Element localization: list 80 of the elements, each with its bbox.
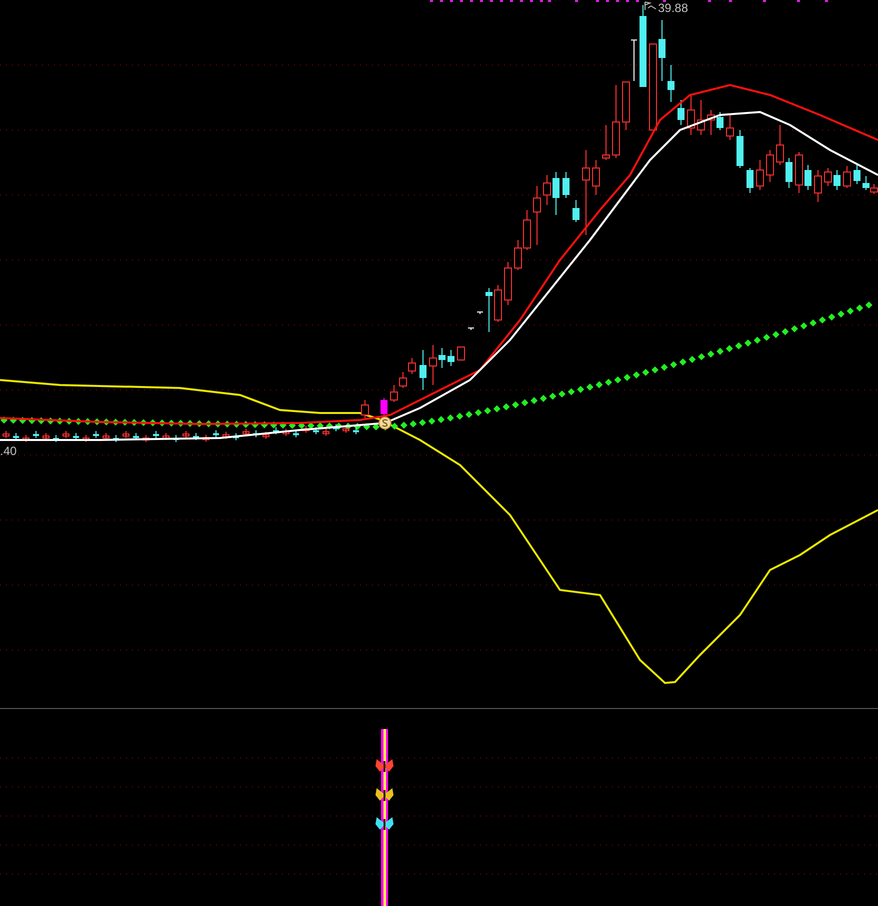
candlestick xyxy=(786,158,792,188)
candlestick xyxy=(707,110,715,136)
money-bag-icon xyxy=(378,416,392,430)
candlestick xyxy=(353,426,359,435)
candlestick xyxy=(776,124,784,166)
candlestick xyxy=(233,432,239,441)
candlestick xyxy=(242,428,250,436)
candlestick xyxy=(504,262,512,306)
candlestick xyxy=(814,170,822,202)
candlestick xyxy=(313,426,319,435)
candlestick xyxy=(854,164,860,184)
candlestick xyxy=(552,172,560,216)
candlestick xyxy=(766,150,774,182)
candlestick xyxy=(824,168,832,186)
candlestick xyxy=(486,288,492,332)
candlestick xyxy=(602,124,610,160)
candlestick xyxy=(658,20,666,82)
candlestick xyxy=(93,430,99,438)
candlestick xyxy=(804,164,812,190)
candlestick xyxy=(282,428,290,436)
candlestick xyxy=(380,398,388,416)
candlestick xyxy=(113,434,119,442)
candlestick xyxy=(302,425,310,434)
candlestick xyxy=(33,430,39,438)
candlestick xyxy=(73,432,79,440)
candlestick xyxy=(162,432,170,440)
candlestick xyxy=(193,432,199,440)
candlestick xyxy=(62,430,70,438)
candlestick xyxy=(133,432,139,440)
candlestick xyxy=(22,434,30,442)
candlestick xyxy=(13,432,19,440)
candlestick xyxy=(202,434,210,442)
candlestick xyxy=(253,430,259,438)
candlestick xyxy=(448,350,454,366)
candlestick xyxy=(562,172,570,198)
candlestick xyxy=(142,434,150,442)
candlestick xyxy=(2,430,10,438)
candlestick xyxy=(543,174,551,206)
high-price-label: 39.88 xyxy=(658,1,688,15)
candlestick xyxy=(153,430,159,438)
candlestick xyxy=(82,434,90,442)
candlestick xyxy=(438,348,446,368)
candlestick xyxy=(668,64,674,102)
candlestick xyxy=(746,168,754,194)
candlestick xyxy=(697,100,705,136)
candlestick xyxy=(834,170,840,190)
candlestick xyxy=(687,94,695,136)
candlestick xyxy=(736,130,744,168)
candlestick xyxy=(468,328,474,330)
candlestick xyxy=(756,160,764,190)
candlestick xyxy=(182,430,190,438)
candlestick xyxy=(361,400,369,418)
candlestick xyxy=(333,424,339,432)
candlestick xyxy=(494,284,502,322)
candlestick xyxy=(476,312,484,314)
candlestick xyxy=(533,186,541,246)
candlestick xyxy=(122,430,130,438)
candlestick xyxy=(795,152,803,194)
candlestick xyxy=(322,428,330,436)
candlestick xyxy=(429,344,437,386)
candlestick xyxy=(173,434,179,442)
candlestick xyxy=(222,431,230,440)
candlestick xyxy=(342,425,350,434)
candlestick xyxy=(273,426,279,435)
candlestick xyxy=(293,430,299,438)
candlestick xyxy=(213,430,219,438)
candlestick xyxy=(678,100,684,126)
candlestick xyxy=(716,112,724,130)
candlestick xyxy=(572,200,580,222)
candlestick xyxy=(726,114,734,140)
candlestick xyxy=(457,346,465,360)
candlestick xyxy=(102,432,110,440)
candlestick xyxy=(592,160,600,196)
candlestick xyxy=(420,350,426,390)
candlestick xyxy=(262,431,270,440)
price-axis-label: .40 xyxy=(0,444,17,458)
candlestick xyxy=(42,432,50,440)
flag-icon xyxy=(644,2,656,10)
candlestick xyxy=(53,434,59,442)
candlestick xyxy=(843,166,851,188)
